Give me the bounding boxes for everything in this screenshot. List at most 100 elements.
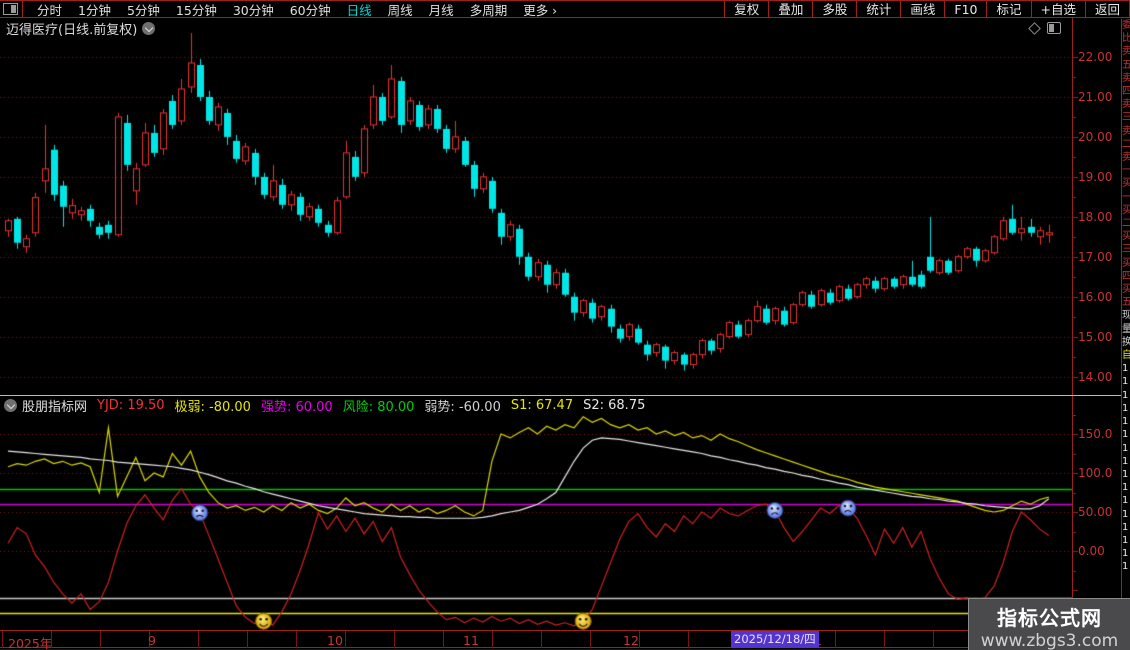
toolbar-divider — [22, 0, 23, 18]
split-window-icon[interactable] — [1047, 22, 1061, 34]
chart-corner-icons — [1030, 22, 1061, 34]
quote-strip-char: 1 — [1122, 375, 1130, 388]
quote-strip-char: 五 — [1122, 59, 1130, 72]
watermark-url: www.zbgs3.com — [969, 631, 1130, 650]
quote-strip-char: 一 — [1122, 164, 1130, 177]
quote-strip-char: 三 — [1122, 111, 1130, 124]
month-label-10: 10 — [327, 633, 343, 648]
quote-strip-char: 二 — [1122, 217, 1130, 230]
period-tab-8[interactable]: 月线 — [421, 0, 462, 19]
pane-separator[interactable] — [0, 395, 1122, 396]
watermark-title: 指标公式网 — [969, 602, 1130, 631]
quote-strip-char: 委 — [1122, 19, 1130, 32]
price-label-15.00: 15.00 — [1078, 330, 1112, 344]
price-label-22.00: 22.00 — [1078, 50, 1112, 64]
quote-strip-char: 1 — [1122, 521, 1130, 534]
indicator-param-3: 风险: 80.00 — [343, 396, 415, 415]
main-chart-canvas[interactable] — [0, 28, 1078, 395]
period-tab-2[interactable]: 5分钟 — [119, 0, 168, 19]
quote-strip-char: 五 — [1122, 296, 1130, 309]
toolbar-button-0[interactable]: 复权 — [724, 1, 768, 18]
quote-strip-char: 卖 — [1122, 98, 1130, 111]
toolbar-button-4[interactable]: 画线 — [900, 1, 944, 18]
diamond-icon[interactable] — [1028, 22, 1041, 35]
price-label-20.00: 20.00 — [1078, 130, 1112, 144]
period-tab-10[interactable]: 更多 › — [515, 0, 565, 19]
indicator-param-1: 极弱: -80.00 — [175, 396, 251, 415]
indicator-param-2: 强势: 60.00 — [261, 396, 333, 415]
month-label-12: 12 — [623, 633, 639, 648]
date-axis-tick — [2, 631, 3, 648]
quote-strip-char: 1 — [1122, 362, 1130, 375]
date-axis-tick — [541, 631, 542, 648]
price-label-18.00: 18.00 — [1078, 210, 1112, 224]
price-axis-line — [1072, 18, 1073, 648]
trading-app-window: 分时1分钟5分钟15分钟30分钟60分钟日线周线月线多周期更多 › 复权叠加多股… — [0, 0, 1130, 650]
quote-strip-char: 四 — [1122, 270, 1130, 283]
date-axis-tick — [933, 631, 934, 648]
period-tab-5[interactable]: 60分钟 — [282, 0, 339, 19]
toolbar-button-3[interactable]: 统计 — [856, 1, 900, 18]
year-label: 2025年 — [8, 633, 52, 650]
quote-strip-char: 买 — [1122, 283, 1130, 296]
price-label-21.00: 21.00 — [1078, 90, 1112, 104]
date-axis-tick — [492, 631, 493, 648]
date-axis-tick — [443, 631, 444, 648]
quote-strip-char: 1 — [1122, 534, 1130, 547]
toolbar-button-2[interactable]: 多股 — [812, 1, 856, 18]
date-axis-tick — [100, 631, 101, 648]
period-tab-3[interactable]: 15分钟 — [168, 0, 225, 19]
indicator-canvas[interactable] — [0, 415, 1078, 630]
quote-strip-char: 比 — [1122, 32, 1130, 45]
quote-strip-char: 1 — [1122, 428, 1130, 441]
quote-strip-char: 卖 — [1122, 151, 1130, 164]
watermark: 指标公式网 www.zbgs3.com — [968, 598, 1130, 650]
toolbar-button-7[interactable]: +自选 — [1031, 1, 1085, 18]
date-axis-tick — [639, 631, 640, 648]
price-label-17.00: 17.00 — [1078, 250, 1112, 264]
chevron-down-icon[interactable] — [142, 22, 155, 35]
period-tab-9[interactable]: 多周期 — [462, 0, 516, 19]
period-tab-6[interactable]: 日线 — [339, 0, 380, 19]
toolbar-button-8[interactable]: 返回 — [1085, 1, 1129, 18]
window-layout-icon[interactable] — [3, 3, 18, 15]
quote-panel-clipped-strip[interactable]: 委比卖五卖四卖三卖二卖一买一买二买三买四买五现量换自11111111111111… — [1121, 19, 1130, 650]
quote-strip-char: 1 — [1122, 547, 1130, 560]
date-axis-tick — [884, 631, 885, 648]
date-axis-tick — [296, 631, 297, 648]
date-axis-tick — [590, 631, 591, 648]
date-axis: 2025年 2025/12/18/四 91011121 — [0, 630, 1122, 648]
quote-strip-char: 1 — [1122, 468, 1130, 481]
period-tab-1[interactable]: 1分钟 — [70, 0, 119, 19]
quote-strip-char: 自 — [1122, 349, 1130, 362]
period-tab-7[interactable]: 周线 — [380, 0, 421, 19]
quote-strip-char: 量 — [1122, 323, 1130, 336]
chart-title-bar: 迈得医疗(日线.前复权) — [0, 19, 1120, 37]
quote-strip-char: 1 — [1122, 494, 1130, 507]
quote-strip-char: 买 — [1122, 257, 1130, 270]
date-axis-tick — [394, 631, 395, 648]
quote-strip-char: 1 — [1122, 415, 1130, 428]
period-tab-4[interactable]: 30分钟 — [225, 0, 282, 19]
toolbar-button-1[interactable]: 叠加 — [768, 1, 812, 18]
toolbar-right-buttons: 复权叠加多股统计画线F10标记+自选返回 — [724, 1, 1130, 18]
period-tabs: 分时1分钟5分钟15分钟30分钟60分钟日线周线月线多周期更多 › — [29, 0, 565, 19]
quote-strip-char: 1 — [1122, 442, 1130, 455]
quote-strip-char: 换 — [1122, 336, 1130, 349]
chevron-down-icon[interactable] — [4, 399, 17, 412]
quote-strip-char: 买 — [1122, 230, 1130, 243]
indicator-label-150.0: 150.0 — [1078, 427, 1112, 441]
quote-strip-char: 1 — [1122, 402, 1130, 415]
toolbar-button-6[interactable]: 标记 — [986, 1, 1030, 18]
date-axis-tick — [345, 631, 346, 648]
selected-date-badge: 2025/12/18/四 — [731, 631, 819, 648]
indicator-param-5: S1: 67.47 — [511, 398, 573, 413]
period-tab-0[interactable]: 分时 — [29, 0, 70, 19]
quote-strip-char: 一 — [1122, 191, 1130, 204]
price-label-14.00: 14.00 — [1078, 370, 1112, 384]
date-axis-tick — [835, 631, 836, 648]
date-axis-tick — [198, 631, 199, 648]
toolbar-button-5[interactable]: F10 — [944, 1, 986, 18]
quote-strip-char: 四 — [1122, 85, 1130, 98]
quote-strip-char: 买 — [1122, 177, 1130, 190]
